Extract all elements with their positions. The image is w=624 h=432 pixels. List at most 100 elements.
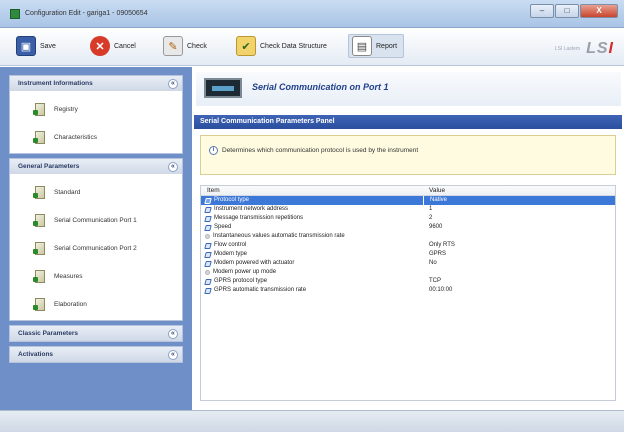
sidebar-item-serial-port-1[interactable]: Serial Communication Port 1 (10, 206, 182, 234)
row-item-cell: Modem powered with actuator (201, 259, 423, 268)
row-item-cell: GPRS protocol type (201, 277, 423, 286)
sidebar-item-characteristics[interactable]: Characteristics (10, 123, 182, 151)
check-button[interactable]: ✎ Check (163, 34, 207, 58)
table-row[interactable]: Speed 9600 (201, 223, 615, 232)
check-data-structure-button[interactable]: ✔ Check Data Structure (236, 34, 327, 58)
check-label: Check (187, 42, 207, 50)
cancel-label: Cancel (114, 42, 136, 50)
toolbar: ▣ Save ✕ Cancel ✎ Check ✔ Check Data Str… (0, 28, 624, 66)
table-row[interactable]: Instantaneous values automatic transmiss… (201, 232, 615, 241)
table-row[interactable]: Flow control Only RTS (201, 241, 615, 250)
sidebar-item-label: Elaboration (54, 300, 87, 308)
status-bar (0, 410, 624, 432)
port-header: Serial Communication on Port 1 (196, 72, 621, 106)
row-value-cell[interactable]: 9600 (423, 223, 613, 232)
group-classic-parameters: Classic Parameters « (9, 325, 183, 342)
group-header[interactable]: Instrument Informations « (10, 76, 182, 91)
table-row[interactable]: Protocol type Native (201, 196, 615, 205)
edit-icon (204, 242, 212, 249)
row-item-label: Message transmission repetitions (214, 215, 304, 221)
table-row[interactable]: GPRS automatic transmission rate 00:10:00 (201, 286, 615, 295)
collapse-icon[interactable]: « (168, 161, 178, 172)
table-row[interactable]: Modem powered with actuator No (201, 259, 615, 268)
check-icon: ✎ (163, 36, 183, 56)
sidebar-item-standard[interactable]: Standard (10, 178, 182, 206)
sidebar-item-elaboration[interactable]: Elaboration (10, 290, 182, 318)
disabled-icon (205, 270, 210, 275)
lsi-logo: LSI (586, 40, 614, 57)
row-item-cell: Modem power up mode (201, 268, 423, 277)
row-item-label: Instrument network address (214, 206, 289, 212)
report-label: Report (376, 42, 398, 50)
main-panel: Serial Communication on Port 1 Serial Co… (192, 67, 624, 410)
edit-icon (204, 224, 212, 231)
cancel-button[interactable]: ✕ Cancel (90, 34, 136, 58)
row-value-cell[interactable]: No (423, 259, 613, 268)
sidebar-item-registry[interactable]: Registry (10, 95, 182, 123)
sidebar-item-label: Serial Communication Port 1 (54, 216, 137, 224)
expand-icon[interactable]: « (168, 349, 178, 360)
table-row[interactable]: Message transmission repetitions 2 (201, 214, 615, 223)
expand-icon[interactable]: « (168, 328, 178, 339)
group-header[interactable]: Classic Parameters « (10, 326, 182, 341)
minimize-button[interactable]: – (530, 4, 554, 18)
row-value-cell[interactable]: 2 (423, 214, 613, 223)
description-text: Determines which communication protocol … (222, 147, 419, 154)
document-icon (33, 213, 45, 227)
row-item-cell: Protocol type (201, 196, 423, 205)
table-row[interactable]: Instrument network address 1 (201, 205, 615, 214)
sidebar-item-label: Standard (54, 188, 81, 196)
row-value-cell[interactable] (423, 232, 613, 241)
row-item-cell: Instrument network address (201, 205, 423, 214)
row-value-cell[interactable]: 1 (423, 205, 613, 214)
document-icon (33, 130, 45, 144)
edit-icon (204, 251, 212, 258)
edit-icon (204, 206, 212, 213)
row-item-cell: Instantaneous values automatic transmiss… (201, 232, 423, 241)
row-item-label: Protocol type (214, 197, 250, 203)
edit-icon (204, 278, 212, 285)
disabled-icon (205, 234, 210, 239)
group-title: Activations (18, 351, 54, 358)
save-button[interactable]: ▣ Save (16, 34, 56, 58)
group-header[interactable]: Activations « (10, 347, 182, 362)
report-button[interactable]: ▤ Report (348, 34, 405, 58)
group-activations: Activations « (9, 346, 183, 363)
sidebar-item-label: Serial Communication Port 2 (54, 244, 137, 252)
sidebar-item-measures[interactable]: Measures (10, 262, 182, 290)
row-value-cell[interactable]: TCP (423, 277, 613, 286)
row-value-cell[interactable]: GPRS (423, 250, 613, 259)
grid-header: Item Value (201, 186, 615, 196)
parameters-grid: Item Value Protocol type Native Instrument… (200, 185, 616, 401)
brand-caption: LSI Lastem (554, 46, 581, 52)
row-value-cell[interactable]: Native (423, 196, 613, 205)
table-row[interactable]: GPRS protocol type TCP (201, 277, 615, 286)
report-icon: ▤ (352, 36, 372, 56)
group-title: Instrument Informations (18, 80, 93, 87)
column-header-value[interactable]: Value (423, 186, 613, 195)
document-icon (33, 102, 45, 116)
table-row[interactable]: Modem power up mode (201, 268, 615, 277)
edit-icon (204, 287, 212, 294)
cancel-icon: ✕ (90, 36, 110, 56)
maximize-button[interactable]: □ (555, 4, 579, 18)
row-value-cell[interactable] (423, 268, 613, 277)
row-value-cell[interactable]: Only RTS (423, 241, 613, 250)
sidebar-item-serial-port-2[interactable]: Serial Communication Port 2 (10, 234, 182, 262)
edit-icon (204, 260, 212, 267)
row-item-label: Speed (214, 224, 232, 230)
close-button[interactable]: X (580, 4, 618, 18)
sidebar: Instrument Informations « Registry Chara… (0, 67, 192, 410)
table-row[interactable]: Modem type GPRS (201, 250, 615, 259)
serial-port-icon (204, 78, 242, 98)
title-bar: Configuration Edit - gariga1 - 09050654 … (0, 0, 624, 28)
row-item-label: Modem type (214, 251, 248, 257)
row-value-cell[interactable]: 00:10:00 (423, 286, 613, 295)
app-icon (10, 9, 20, 19)
collapse-icon[interactable]: « (168, 78, 178, 89)
group-header[interactable]: General Parameters « (10, 159, 182, 174)
panel-title: Serial Communication Parameters Panel (194, 115, 622, 129)
row-item-label: Instantaneous values automatic transmiss… (213, 233, 345, 239)
column-header-item[interactable]: Item (201, 186, 423, 195)
info-icon: i (209, 146, 218, 155)
